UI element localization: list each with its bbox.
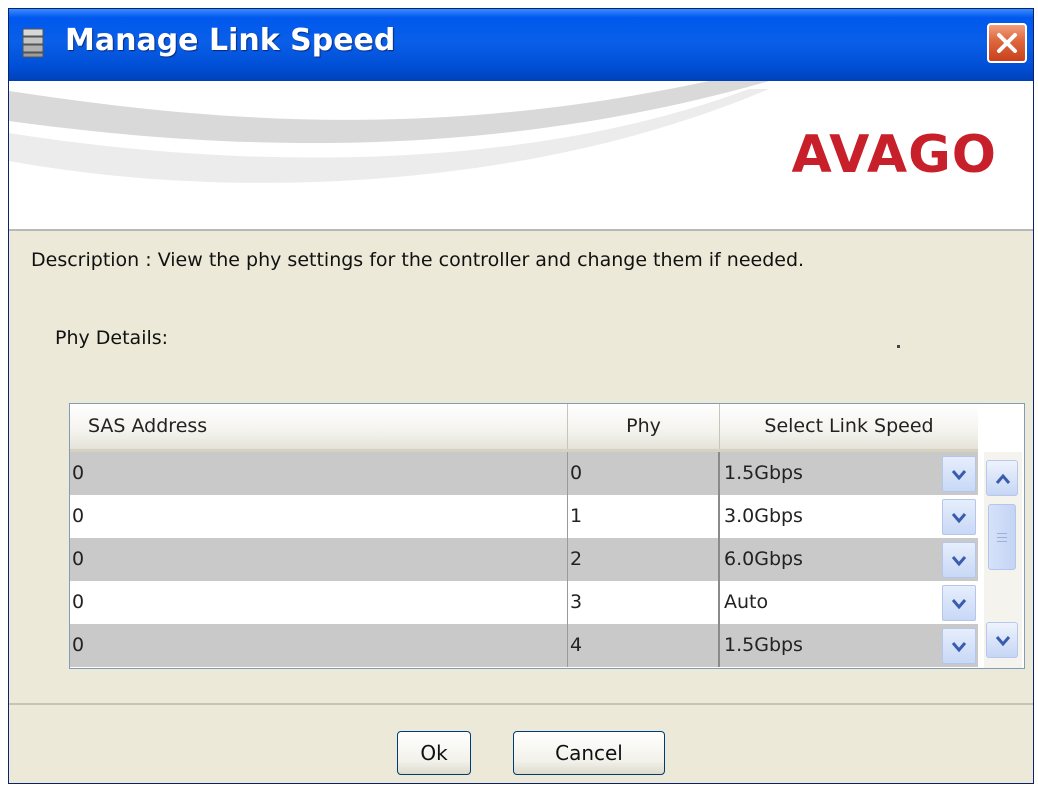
chevron-down-icon xyxy=(951,599,967,610)
link-speed-select[interactable]: Auto xyxy=(722,581,978,624)
vertical-scrollbar[interactable] xyxy=(984,452,1022,668)
scroll-up-button[interactable] xyxy=(986,460,1018,496)
close-button[interactable] xyxy=(987,23,1027,63)
table-row[interactable]: 0 3 Auto xyxy=(70,581,978,624)
cancel-button[interactable]: Cancel xyxy=(513,731,665,775)
chevron-down-icon xyxy=(951,556,967,567)
table-row[interactable]: 0 2 6.0Gbps xyxy=(70,538,978,581)
server-stack-icon xyxy=(22,28,44,58)
sas-address-cell: 0 xyxy=(70,538,568,581)
sas-address-cell: 0 xyxy=(70,581,568,624)
table-header: SAS Address Phy Select Link Speed xyxy=(70,404,978,452)
dialog-footer: Ok Cancel xyxy=(9,703,1033,783)
chevron-up-icon xyxy=(995,473,1011,484)
link-speed-value: 3.0Gbps xyxy=(724,505,803,527)
phy-table: SAS Address Phy Select Link Speed 0 0 1.… xyxy=(69,403,1025,669)
title-bar[interactable]: Manage Link Speed xyxy=(9,9,1033,81)
chevron-down-icon xyxy=(995,636,1011,647)
scroll-down-button[interactable] xyxy=(986,622,1018,658)
sas-address-cell: 0 xyxy=(70,452,568,495)
header-banner: AVAGO xyxy=(9,81,1033,231)
link-speed-select[interactable]: 1.5Gbps xyxy=(722,452,978,495)
table-row[interactable]: 0 4 1.5Gbps xyxy=(70,624,978,667)
stray-dot xyxy=(897,345,900,348)
sas-address-cell: 0 xyxy=(70,495,568,538)
column-header-link-speed[interactable]: Select Link Speed xyxy=(720,404,978,449)
phy-cell: 4 xyxy=(568,624,720,667)
phy-cell: 3 xyxy=(568,581,720,624)
scrollbar-thumb[interactable] xyxy=(988,504,1016,570)
manage-link-speed-dialog: Manage Link Speed AVAGO Description : Vi… xyxy=(8,8,1034,784)
table-row[interactable]: 0 1 3.0Gbps xyxy=(70,495,978,538)
link-speed-value: 6.0Gbps xyxy=(724,548,803,570)
table-row[interactable]: 0 0 1.5Gbps xyxy=(70,452,978,495)
link-speed-dropdown-button[interactable] xyxy=(942,628,976,664)
link-speed-dropdown-button[interactable] xyxy=(942,499,976,535)
sas-address-cell: 0 xyxy=(70,624,568,667)
column-header-phy[interactable]: Phy xyxy=(568,404,720,449)
window-title: Manage Link Speed xyxy=(65,23,396,58)
close-icon xyxy=(997,33,1017,53)
link-speed-select[interactable]: 6.0Gbps xyxy=(722,538,978,581)
table-body: 0 0 1.5Gbps 0 1 3.0Gbps 0 2 6.0Gbps 0 3 … xyxy=(70,452,978,667)
column-header-sas-address[interactable]: SAS Address xyxy=(70,404,568,449)
phy-cell: 2 xyxy=(568,538,720,581)
chevron-down-icon xyxy=(951,642,967,653)
link-speed-dropdown-button[interactable] xyxy=(942,456,976,492)
phy-cell: 0 xyxy=(568,452,720,495)
link-speed-value: 1.5Gbps xyxy=(724,634,803,656)
link-speed-dropdown-button[interactable] xyxy=(942,585,976,621)
ok-button[interactable]: Ok xyxy=(397,731,471,775)
link-speed-value: 1.5Gbps xyxy=(724,462,803,484)
link-speed-select[interactable]: 3.0Gbps xyxy=(722,495,978,538)
phy-cell: 1 xyxy=(568,495,720,538)
link-speed-dropdown-button[interactable] xyxy=(942,542,976,578)
description-text: Description : View the phy settings for … xyxy=(31,249,805,271)
link-speed-select[interactable]: 1.5Gbps xyxy=(722,624,978,667)
link-speed-value: Auto xyxy=(724,591,769,613)
chevron-down-icon xyxy=(951,470,967,481)
phy-details-label: Phy Details: xyxy=(55,327,169,349)
chevron-down-icon xyxy=(951,513,967,524)
avago-logo: AVAGO xyxy=(791,125,997,185)
